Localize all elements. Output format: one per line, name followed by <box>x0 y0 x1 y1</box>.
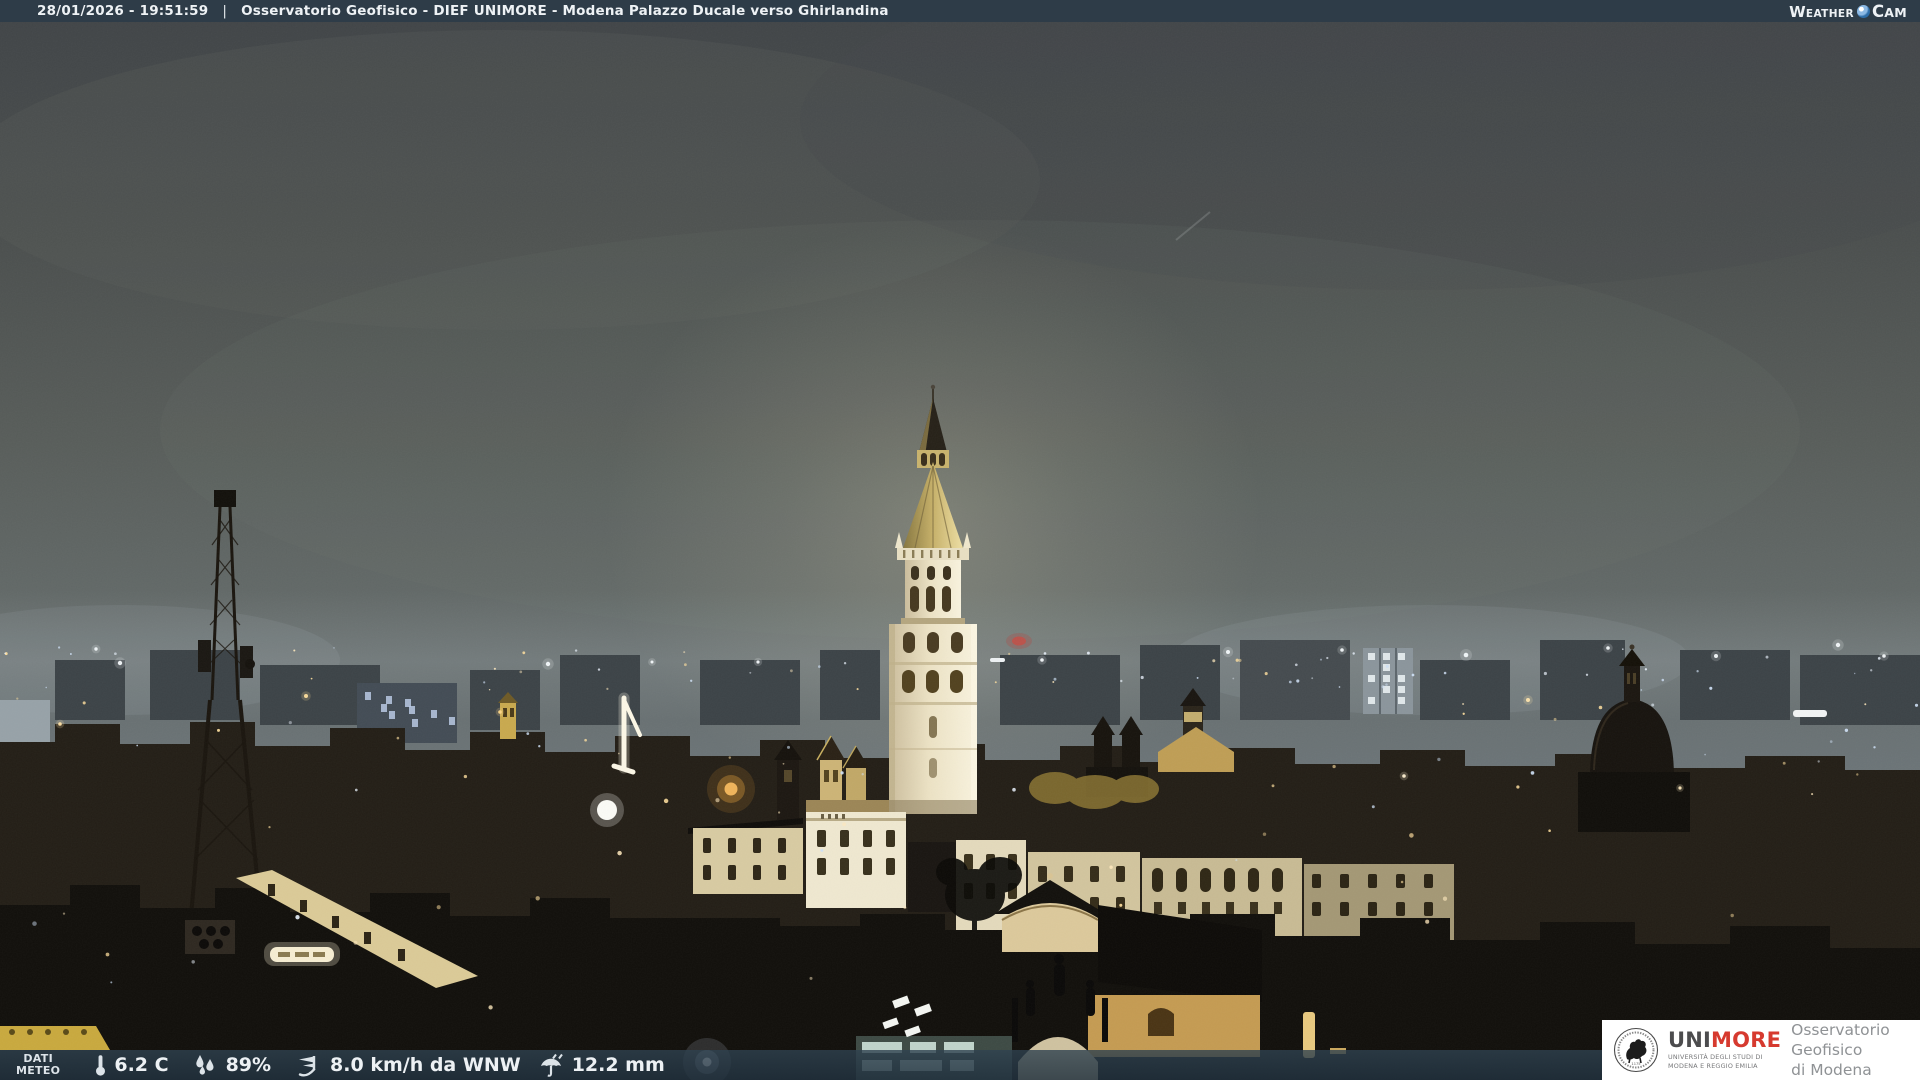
logo-cam-rest: AM <box>1884 4 1907 20</box>
logo-weather-initial: W <box>1789 2 1806 21</box>
observatory-name: Osservatorio Geofisico di Modena <box>1791 1020 1920 1080</box>
university-line1: UNIVERSITÀ DEGLI STUDI DI <box>1668 1053 1763 1062</box>
university-line2: MODENA E REGGIO EMILIA <box>1668 1061 1758 1070</box>
temperature-value: 6.2 C <box>114 1054 169 1076</box>
webcam-page: 28/01/2026 - 19:51:59 | Osservatorio Geo… <box>0 0 1920 1080</box>
camera-lens-icon <box>1856 4 1870 18</box>
unimore-wordmark: UNIMORE UNIVERSITÀ DEGLI STUDI DI MODENA… <box>1668 1030 1781 1070</box>
rain-umbrella-icon <box>540 1053 563 1077</box>
observatory-line1: Osservatorio Geofisico <box>1791 1020 1890 1059</box>
humidity-item: 89% <box>193 1054 271 1076</box>
wind-item: 8.0 km/h da WNW <box>293 1053 521 1077</box>
webcam-photo <box>0 0 1920 1080</box>
thermometer-icon <box>96 1055 106 1076</box>
seal-year: 1175 <box>1631 1062 1640 1066</box>
observatory-line2: di Modena <box>1791 1061 1872 1080</box>
wordmark-uni: UNI <box>1668 1028 1712 1053</box>
wordmark-more: MORE <box>1711 1028 1782 1053</box>
rain-value: 12.2 mm <box>571 1054 665 1076</box>
logo-weather-rest: EATHER <box>1805 7 1854 20</box>
rain-item: 12.2 mm <box>539 1053 665 1077</box>
wind-vane-icon <box>298 1056 316 1077</box>
university-subtitle: UNIVERSITÀ DEGLI STUDI DI MODENA E REGGI… <box>1668 1053 1781 1070</box>
temperature-item: 6.2 C <box>94 1053 169 1077</box>
separator: | <box>222 3 228 19</box>
top-bar: 28/01/2026 - 19:51:59 | Osservatorio Geo… <box>0 0 1920 22</box>
humidity-drops-icon <box>195 1055 214 1075</box>
logo-cam-initial: C <box>1871 1 1885 21</box>
dati-label-line2: METEO <box>16 1064 61 1077</box>
timestamp-text: 28/01/2026 - 19:51:59 <box>37 3 209 19</box>
wind-value: 8.0 km/h da WNW <box>330 1054 521 1076</box>
unimore-panel: 1175 UNIMORE UNIVERSITÀ DEGLI STUDI DI M… <box>1602 1020 1920 1080</box>
weathercam-logo: W EATHER C AM <box>1789 2 1907 21</box>
page-title: Osservatorio Geofisico - DIEF UNIMORE - … <box>241 3 889 19</box>
unimore-seal: 1175 <box>1613 1027 1659 1073</box>
humidity-value: 89% <box>225 1054 272 1076</box>
dati-meteo-label: DATI METEO <box>16 1052 61 1078</box>
film-grain <box>0 0 1920 1080</box>
